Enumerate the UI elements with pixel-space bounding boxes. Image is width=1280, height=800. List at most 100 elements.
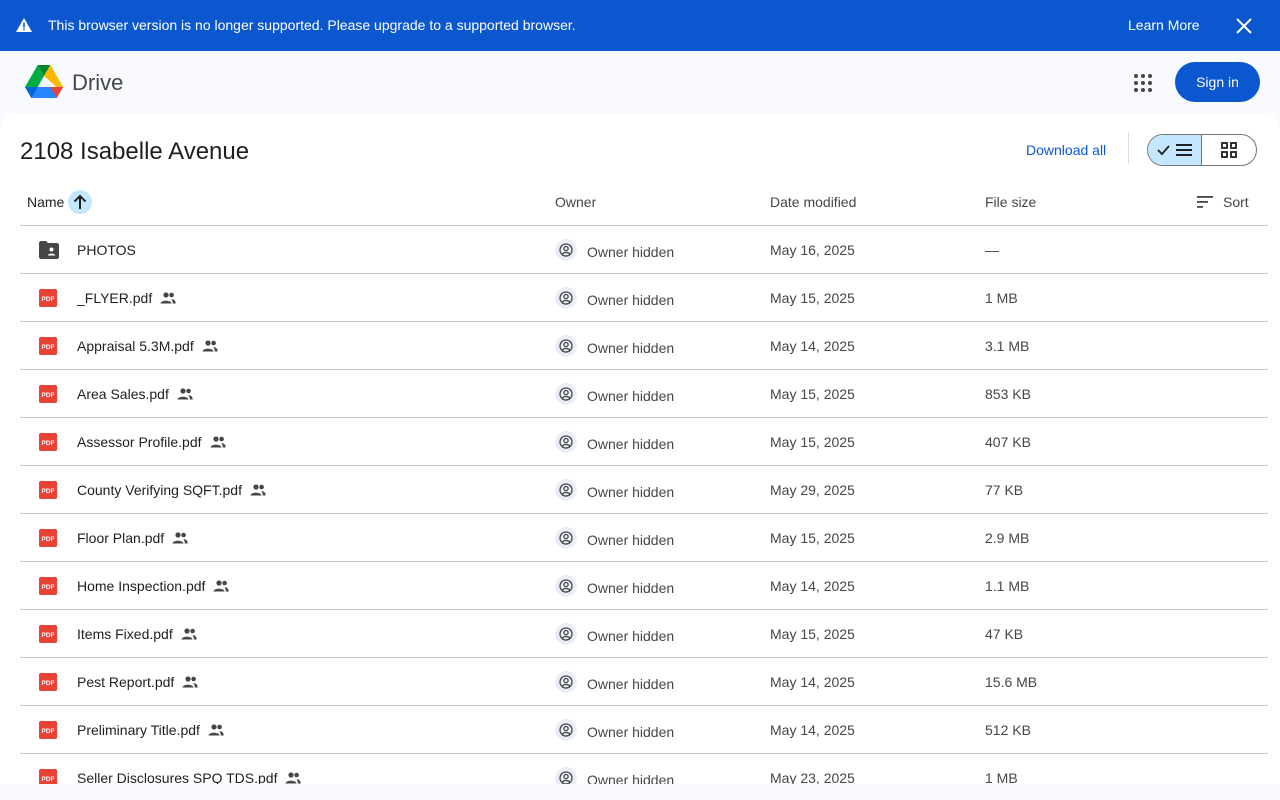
unsupported-browser-banner: This browser version is no longer suppor… [0, 0, 1280, 51]
file-size: 15.6 MB [985, 674, 1038, 690]
pdf-file-icon: PDF [39, 481, 59, 499]
file-size: — [985, 242, 999, 258]
file-row[interactable]: PDF Area Sales.pdf Owner hidden May 15, … [20, 370, 1268, 418]
owner-cell: Owner hidden [555, 335, 675, 357]
file-size: 407 KB [985, 434, 1031, 450]
column-header-name[interactable]: Name [27, 194, 64, 210]
svg-text:PDF: PDF [42, 440, 55, 447]
shared-people-icon [213, 578, 230, 594]
column-header-date-modified: Date modified [770, 194, 857, 210]
svg-text:PDF: PDF [42, 488, 55, 495]
file-size: 77 KB [985, 482, 1024, 498]
shared-people-icon [285, 770, 302, 784]
learn-more-link[interactable]: Learn More [1128, 17, 1200, 33]
close-icon[interactable] [1234, 16, 1254, 36]
file-size: 2.9 MB [985, 530, 1030, 546]
owner-cell: Owner hidden [555, 431, 674, 453]
owner-name: Owner hidden [587, 339, 675, 356]
owner-cell: Owner hidden [555, 239, 675, 261]
file-list: PHOTOS Owner hidden May 16, 2025 — PDF _… [20, 226, 1268, 784]
file-name: Seller Disclosures SPQ TDS.pdf [77, 770, 278, 784]
file-row[interactable]: PDF Home Inspection.pdf Owner hidden May… [20, 562, 1268, 610]
file-name: Pest Report.pdf [77, 674, 175, 690]
file-row[interactable]: PDF County Verifying SQFT.pdf Owner hidd… [20, 466, 1268, 514]
date-modified: May 15, 2025 [770, 530, 855, 546]
shared-people-icon [202, 338, 218, 354]
date-modified: May 15, 2025 [770, 434, 855, 450]
date-modified: May 14, 2025 [770, 338, 855, 354]
svg-text:PDF: PDF [42, 632, 55, 639]
pdf-file-icon: PDF [39, 529, 59, 547]
download-all-button[interactable]: Download all [1026, 142, 1106, 158]
pdf-file-icon: PDF [39, 577, 59, 595]
file-row[interactable]: PDF Assessor Profile.pdf Owner hidden Ma… [20, 418, 1268, 466]
owner-name: Owner hidden [587, 483, 675, 500]
file-name: Items Fixed.pdf [77, 626, 173, 642]
date-modified: May 15, 2025 [770, 386, 855, 402]
arrow-up-icon [73, 194, 87, 209]
owner-avatar-icon [555, 431, 577, 453]
file-size: 47 KB [985, 626, 1024, 642]
sort-button[interactable]: Sort [1197, 194, 1249, 210]
page-title: 2108 Isabelle Avenue [20, 138, 250, 165]
warning-icon [16, 18, 32, 32]
file-name: PHOTOS [77, 242, 136, 258]
owner-name: Owner hidden [587, 531, 675, 548]
owner-avatar-icon [555, 239, 577, 261]
shared-people-icon [177, 386, 193, 402]
date-modified: May 14, 2025 [770, 578, 855, 594]
list-view-icon [1156, 144, 1192, 156]
sort-ascending-button[interactable] [68, 190, 92, 214]
owner-cell: Owner hidden [555, 719, 675, 741]
shared-people-icon [250, 482, 266, 498]
pdf-file-icon: PDF [39, 625, 59, 643]
date-modified: May 14, 2025 [770, 674, 855, 690]
file-name: Appraisal 5.3M.pdf [77, 338, 194, 354]
file-row[interactable]: PDF Floor Plan.pdf Owner hidden May 15, … [20, 514, 1268, 562]
pdf-file-icon: PDF [39, 721, 59, 739]
view-toggle [1147, 134, 1257, 166]
column-header-file-size: File size [985, 194, 1037, 210]
brand-name: Drive [72, 70, 124, 95]
owner-cell: Owner hidden [555, 383, 675, 405]
file-name: Assessor Profile.pdf [77, 434, 202, 450]
svg-text:PDF: PDF [42, 536, 55, 543]
owner-avatar-icon [555, 335, 577, 357]
owner-name: Owner hidden [587, 771, 675, 785]
file-size: 1 MB [985, 770, 1018, 784]
file-row[interactable]: PDF Preliminary Title.pdf Owner hidden M… [20, 706, 1268, 754]
file-size: 1 MB [985, 290, 1018, 306]
sort-icon [1197, 196, 1213, 208]
date-modified: May 15, 2025 [770, 290, 855, 306]
pdf-file-icon: PDF [39, 433, 59, 451]
svg-text:PDF: PDF [42, 728, 55, 735]
date-modified: May 29, 2025 [770, 482, 855, 498]
owner-cell: Owner hidden [555, 671, 674, 693]
list-view-button[interactable] [1148, 135, 1203, 165]
banner-message: This browser version is no longer suppor… [48, 17, 576, 33]
owner-name: Owner hidden [587, 243, 675, 260]
file-row[interactable]: PDF Seller Disclosures SPQ TDS.pdf Owner… [20, 754, 1268, 784]
owner-name: Owner hidden [587, 723, 675, 740]
owner-name: Owner hidden [587, 387, 675, 404]
file-row[interactable]: PHOTOS Owner hidden May 16, 2025 — [20, 226, 1268, 274]
sign-in-button[interactable]: Sign in [1175, 62, 1260, 102]
file-row[interactable]: PDF _FLYER.pdf Owner hidden May 15, 2025… [20, 274, 1268, 322]
file-row[interactable]: PDF Items Fixed.pdf Owner hidden May 15,… [20, 610, 1268, 658]
grid-view-icon [1221, 142, 1237, 158]
shared-people-icon [182, 674, 198, 690]
owner-avatar-icon [555, 575, 577, 597]
grid-view-button[interactable] [1202, 135, 1256, 165]
pdf-file-icon: PDF [39, 289, 59, 307]
pdf-file-icon: PDF [39, 769, 59, 784]
pdf-file-icon: PDF [39, 673, 59, 691]
file-name: County Verifying SQFT.pdf [77, 482, 242, 498]
shared-people-icon [181, 626, 197, 642]
svg-text:PDF: PDF [42, 344, 55, 351]
file-name: Preliminary Title.pdf [77, 722, 200, 738]
apps-grid-icon[interactable] [1131, 71, 1155, 95]
column-header-owner: Owner [555, 194, 597, 210]
file-row[interactable]: PDF Pest Report.pdf Owner hidden May 14,… [20, 658, 1268, 706]
date-modified: May 16, 2025 [770, 242, 855, 258]
file-row[interactable]: PDF Appraisal 5.3M.pdf Owner hidden May … [20, 322, 1268, 370]
